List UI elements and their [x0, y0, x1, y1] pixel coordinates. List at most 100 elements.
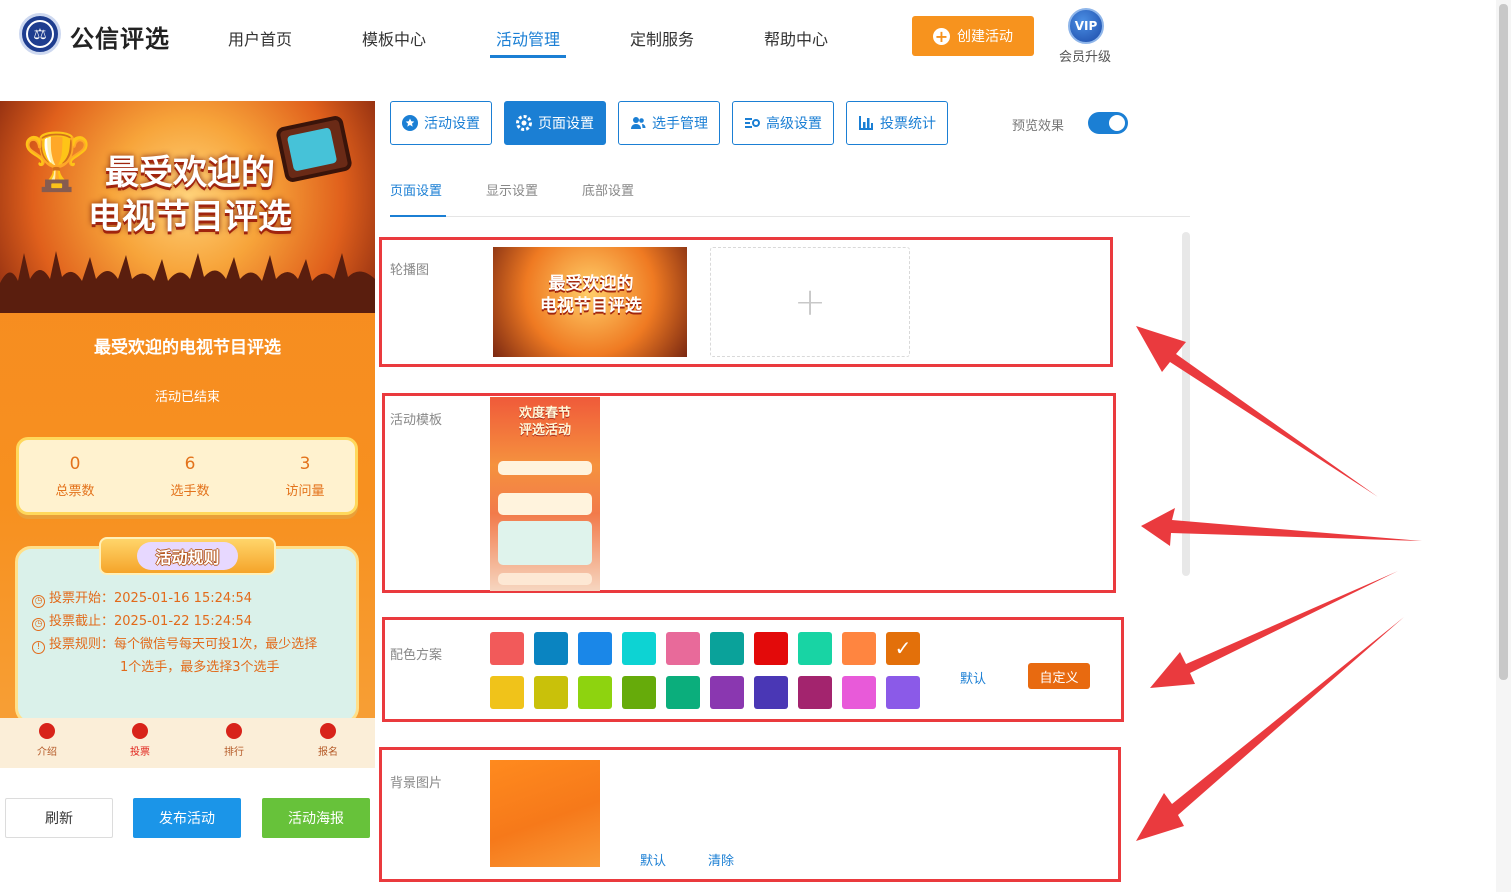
- stat-value: 6: [184, 454, 196, 474]
- color-swatch[interactable]: [798, 632, 832, 665]
- ranking-icon: [226, 723, 242, 739]
- subtab-display-settings[interactable]: 显示设置: [486, 180, 538, 199]
- tab-label: 页面设置: [538, 116, 594, 132]
- preview-tabbar: 介绍 投票 排行 报名: [0, 718, 375, 768]
- color-swatch[interactable]: [886, 676, 920, 709]
- vip-icon[interactable]: VIP: [1068, 8, 1104, 44]
- template-thumbnail[interactable]: 欢度春节 评选活动: [490, 397, 600, 591]
- background-image-thumbnail[interactable]: [490, 760, 600, 867]
- preview-tab-intro[interactable]: 介绍: [17, 723, 77, 758]
- vip-upgrade-link[interactable]: 会员升级: [1059, 46, 1111, 65]
- preview-tab-signup[interactable]: 报名: [298, 723, 358, 758]
- rule-description: ! 投票规则：每个微信号每天可投1次，最少选择: [32, 633, 317, 656]
- rule-text-line1: 投票规则：每个微信号每天可投1次，最少选择: [49, 637, 318, 652]
- nav-home[interactable]: 用户首页: [228, 26, 292, 50]
- star-icon: [402, 115, 418, 131]
- arrow-to-carousel: [1136, 326, 1378, 497]
- color-default-link[interactable]: 默认: [960, 668, 986, 687]
- carousel-title-line2: 电视节目评选: [540, 296, 642, 316]
- template-title-line1: 欢度春节: [518, 406, 571, 421]
- publish-activity-button[interactable]: 发布活动: [133, 798, 241, 838]
- tab-label: 介绍: [37, 747, 57, 758]
- banner-title-line2: 电视节目评选: [88, 197, 292, 237]
- color-swatch[interactable]: [622, 676, 656, 709]
- color-swatch[interactable]: [754, 676, 788, 709]
- tab-label: 投票: [130, 747, 150, 758]
- template-card: [498, 573, 592, 585]
- page-scrollbar[interactable]: [1496, 0, 1511, 892]
- subtab-page-settings[interactable]: 页面设置: [390, 180, 442, 199]
- carousel-upload-button[interactable]: +: [710, 247, 910, 357]
- preview-banner: 🏆 最受欢迎的 电视节目评选: [0, 101, 375, 313]
- color-swatch[interactable]: [622, 632, 656, 665]
- subtab-footer-settings[interactable]: 底部设置: [582, 180, 634, 199]
- activity-title: 最受欢迎的电视节目评选: [94, 338, 281, 358]
- brand-name[interactable]: 公信评选: [70, 19, 170, 54]
- nav-custom-service[interactable]: 定制服务: [630, 26, 694, 50]
- banner-title: 最受欢迎的 电视节目评选: [70, 151, 310, 239]
- preview-tab-ranking[interactable]: 排行: [204, 723, 264, 758]
- annotation-arrows: [1136, 326, 1422, 841]
- template-card: [498, 461, 592, 475]
- plus-icon: +: [933, 26, 950, 46]
- template-card: [498, 521, 592, 565]
- stat-value: 0: [69, 454, 81, 474]
- refresh-button[interactable]: 刷新: [5, 798, 113, 838]
- color-swatch[interactable]: [710, 632, 744, 665]
- color-swatch[interactable]: [534, 676, 568, 709]
- color-swatch[interactable]: [754, 632, 788, 665]
- nav-activity-management[interactable]: 活动管理: [496, 26, 560, 50]
- tab-advanced-settings[interactable]: 高级设置: [732, 101, 834, 145]
- color-swatch[interactable]: [798, 676, 832, 709]
- subtab-divider: [390, 216, 1190, 217]
- subtab-active-indicator: [390, 215, 446, 217]
- clock-icon: ◷: [32, 595, 45, 608]
- color-swatch[interactable]: [886, 632, 920, 665]
- vote-icon: [132, 723, 148, 739]
- carousel-image[interactable]: 最受欢迎的 电视节目评选: [493, 247, 687, 357]
- intro-icon: [39, 723, 55, 739]
- tab-label: 选手管理: [652, 116, 708, 132]
- stats-card: 0 总票数 6 选手数 3 访问量: [16, 437, 358, 515]
- stat-label: 选手数: [170, 484, 210, 499]
- logo-icon[interactable]: ⚖: [19, 13, 61, 55]
- tab-activity-settings[interactable]: 活动设置: [390, 101, 492, 145]
- tab-page-settings[interactable]: 页面设置: [504, 101, 606, 145]
- signup-icon: [320, 723, 336, 739]
- color-swatch[interactable]: [710, 676, 744, 709]
- create-activity-button[interactable]: + 创建活动: [912, 16, 1034, 56]
- color-swatch[interactable]: [490, 676, 524, 709]
- create-activity-label: 创建活动: [957, 29, 1013, 45]
- color-swatch[interactable]: [578, 632, 612, 665]
- template-label: 活动模板: [390, 413, 443, 428]
- stat-label: 访问量: [285, 484, 325, 499]
- color-custom-button[interactable]: 自定义: [1028, 663, 1090, 689]
- color-swatch[interactable]: [578, 676, 612, 709]
- background-clear-link[interactable]: 清除: [708, 850, 734, 869]
- preview-tab-vote[interactable]: 投票: [110, 723, 170, 758]
- nav-help-center[interactable]: 帮助中心: [764, 26, 828, 50]
- preview-toggle[interactable]: [1088, 112, 1128, 134]
- tab-label: 高级设置: [766, 116, 822, 132]
- color-swatch[interactable]: [534, 632, 568, 665]
- gear-icon: [516, 115, 532, 131]
- tab-vote-statistics[interactable]: 投票统计: [846, 101, 948, 145]
- nav-templates[interactable]: 模板中心: [362, 26, 426, 50]
- rule-start-text: 投票开始：2025-01-16 15:24:54: [49, 591, 253, 606]
- color-scheme-label: 配色方案: [390, 648, 443, 663]
- tab-label: 排行: [224, 747, 244, 758]
- carousel-title-line1: 最受欢迎的: [548, 274, 634, 294]
- arrow-to-background: [1136, 617, 1404, 841]
- background-default-link[interactable]: 默认: [640, 850, 666, 869]
- color-swatch[interactable]: [842, 632, 876, 665]
- activity-poster-button[interactable]: 活动海报: [262, 798, 370, 838]
- plus-icon: +: [794, 280, 826, 324]
- color-swatch[interactable]: [666, 676, 700, 709]
- color-swatch[interactable]: [842, 676, 876, 709]
- rule-end-time: ◷ 投票截止：2025-01-22 15:24:54: [32, 610, 252, 633]
- tab-label: 活动设置: [424, 116, 480, 132]
- color-swatch[interactable]: [666, 632, 700, 665]
- tab-contestant-management[interactable]: 选手管理: [618, 101, 720, 145]
- stat-label: 总票数: [55, 484, 95, 499]
- color-swatch[interactable]: [490, 632, 524, 665]
